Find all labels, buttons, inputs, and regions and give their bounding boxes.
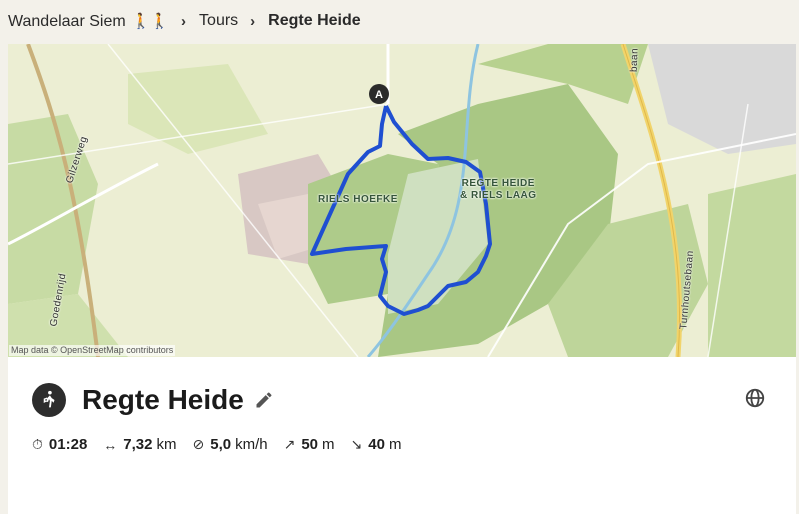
stopwatch-icon: ⏱ [32, 436, 43, 452]
svg-text:A: A [375, 89, 383, 101]
distance-arrows-icon: ↔ [103, 436, 118, 453]
title-row: Regte Heide [32, 383, 274, 417]
ascent-arrow-icon: ↗ [283, 436, 296, 452]
route-map[interactable]: A RIELS HOEFKE REGTE HEIDE & RIELS LAAG … [8, 44, 796, 357]
distance-value: 7,32 [123, 436, 153, 453]
map-label-regte-heide: REGTE HEIDE & RIELS LAAG [460, 178, 537, 202]
breadcrumb-home-label: Wandelaar Siem [8, 12, 126, 30]
distance-unit: km [156, 436, 177, 453]
map-label-riels-hoefke: RIELS HOEFKE [318, 194, 398, 205]
tour-details-panel: Regte Heide ⏱ 01:28 ↔ 7,32 km ⊘ 5,0 km/h… [8, 357, 796, 514]
chevron-right-icon: › [250, 12, 256, 30]
walking-icon [32, 383, 66, 417]
speed-unit: km/h [235, 436, 268, 453]
descent-unit: m [388, 436, 402, 453]
breadcrumb-home[interactable]: Wandelaar Siem 🚶🚶 [8, 12, 169, 31]
map-label-regte-heide-line2: & RIELS LAAG [460, 190, 537, 201]
descent-value: 40 [368, 436, 385, 453]
ascent-value: 50 [301, 436, 319, 453]
map-attribution[interactable]: Map data © OpenStreetMap contributors [9, 345, 176, 356]
duration-value: 01:28 [48, 436, 88, 453]
map-canvas[interactable]: A [8, 44, 796, 357]
globe-icon[interactable] [744, 387, 766, 414]
stat-descent: ↘ 40 m [351, 436, 402, 453]
tour-title: Regte Heide [82, 384, 244, 415]
speed-value: 5,0 [210, 436, 232, 453]
hiker-icons: 🚶🚶 [131, 12, 170, 30]
map-road-label-4: baan [628, 47, 641, 73]
breadcrumb-current: Regte Heide [268, 12, 361, 29]
stat-ascent: ↗ 50 m [284, 436, 335, 453]
stat-speed: ⊘ 5,0 km/h [193, 436, 268, 453]
breadcrumb: Wandelaar Siem 🚶🚶 › Tours › Regte Heide [0, 0, 799, 42]
breadcrumb-tours[interactable]: Tours [199, 12, 238, 30]
ascent-unit: m [322, 436, 335, 453]
edit-pencil-icon[interactable] [254, 390, 274, 410]
stat-distance: ↔ 7,32 km [103, 436, 176, 453]
tour-stats: ⏱ 01:28 ↔ 7,32 km ⊘ 5,0 km/h ↗ 50 m ↘ 40… [32, 436, 417, 453]
average-speed-icon: ⊘ [192, 436, 205, 452]
descent-arrow-icon: ↘ [350, 436, 363, 452]
chevron-right-icon: › [181, 12, 187, 30]
stat-duration: ⏱ 01:28 [32, 436, 87, 453]
map-label-regte-heide-line1: REGTE HEIDE [461, 178, 535, 189]
start-marker[interactable]: A [369, 84, 389, 104]
